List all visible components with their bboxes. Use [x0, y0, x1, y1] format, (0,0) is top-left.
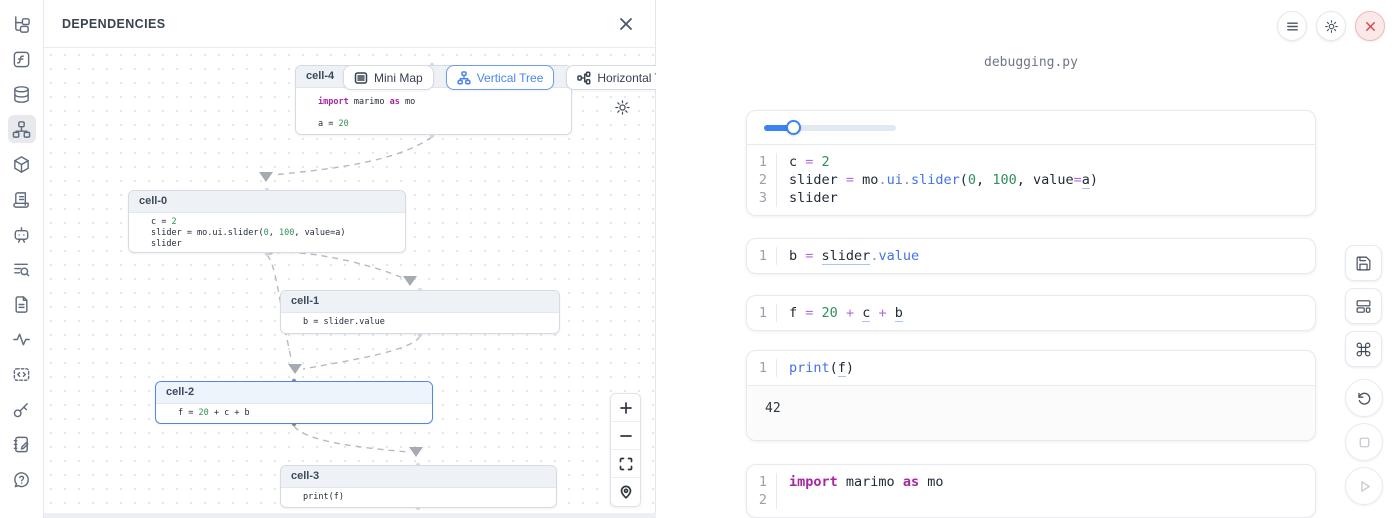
cell-list: 1c = 22slider = mo.ui.slider(0, 100, val…	[746, 110, 1316, 518]
notebook-top-buttons	[1277, 11, 1385, 41]
notebook-cell-0[interactable]: 1c = 22slider = mo.ui.slider(0, 100, val…	[746, 110, 1316, 216]
notebook-filename[interactable]: debugging.py	[746, 55, 1316, 70]
node-title: cell-1	[281, 291, 559, 313]
run-icon[interactable]	[1345, 467, 1383, 505]
notebook-cell-4[interactable]: 1import marimo as mo2	[746, 464, 1316, 518]
graph-node-cell-3[interactable]: cell-3 print(f)	[280, 465, 557, 508]
line-number: 1	[747, 473, 777, 491]
mini-map-icon	[354, 71, 368, 85]
code-editor[interactable]: 1b = slider.value	[747, 239, 1315, 273]
center-selection-icon[interactable]	[611, 478, 640, 506]
file-tree-icon[interactable]	[8, 10, 36, 38]
menu-icon[interactable]	[1277, 11, 1307, 41]
line-number: 3	[747, 189, 777, 207]
log-search-icon[interactable]	[8, 255, 36, 283]
shutdown-close-icon[interactable]	[1355, 11, 1385, 41]
dependency-graph-icon[interactable]	[8, 115, 36, 143]
command-shortcuts-icon[interactable]	[1345, 331, 1382, 367]
graph-zoom-controls	[610, 393, 641, 507]
slider-output	[747, 111, 1315, 145]
graph-node-cell-2[interactable]: cell-2 f = 20 + c + b	[155, 381, 433, 424]
snippets-icon[interactable]	[8, 360, 36, 388]
notebook-cell-2[interactable]: 1f = 20 + c + b	[746, 295, 1316, 331]
zoom-out-icon[interactable]	[611, 422, 640, 450]
line-number: 1	[747, 359, 777, 377]
notebook-action-buttons	[1345, 245, 1382, 367]
chat-bot-icon[interactable]	[8, 220, 36, 248]
line-number: 2	[747, 491, 777, 509]
code-editor[interactable]: 1print(f)	[747, 351, 1315, 385]
layout-icon[interactable]	[1345, 288, 1382, 324]
code-editor[interactable]: 1import marimo as mo2	[747, 465, 1315, 517]
node-title: cell-2	[156, 382, 432, 404]
zoom-in-icon[interactable]	[611, 394, 640, 422]
panel-title: DEPENDENCIES	[62, 17, 165, 31]
dependencies-panel: DEPENDENCIES	[44, 0, 656, 518]
node-code: f = 20 + c + b	[156, 404, 432, 423]
activity-sidebar	[0, 0, 44, 518]
horizontal-tree-icon	[577, 71, 591, 85]
app-window: DEPENDENCIES	[0, 0, 1400, 518]
gear-icon[interactable]	[1316, 11, 1346, 41]
code-editor[interactable]: 1f = 20 + c + b	[747, 296, 1315, 330]
vertical-tree-icon	[457, 71, 471, 85]
dependencies-header: DEPENDENCIES	[44, 0, 655, 48]
graph-node-cell-0[interactable]: cell-0 c = 2slider = mo.ui.slider(0, 100…	[128, 190, 406, 253]
mini-map-button[interactable]: Mini Map	[343, 65, 434, 90]
notebook-area: debugging.py 1c = 22slider = mo.ui.slide…	[656, 0, 1400, 518]
package-box-icon[interactable]	[8, 150, 36, 178]
stop-icon[interactable]	[1345, 423, 1383, 461]
node-title: cell-0	[129, 191, 405, 213]
node-title: cell-3	[281, 466, 556, 488]
vertical-tree-button[interactable]: Vertical Tree	[446, 65, 555, 90]
slider-thumb[interactable]	[786, 120, 801, 135]
node-code: b = slider.value	[281, 313, 559, 332]
document-icon[interactable]	[8, 290, 36, 318]
slider-widget[interactable]	[764, 125, 896, 131]
activity-icon[interactable]	[8, 325, 36, 353]
notebook-cell-3[interactable]: 1print(f) 42	[746, 350, 1316, 441]
run-control-buttons	[1345, 379, 1383, 508]
dependency-graph-canvas[interactable]: cell-4 import marimo as mo a = 20 cell-0…	[44, 48, 655, 512]
database-icon[interactable]	[8, 80, 36, 108]
line-number: 2	[747, 171, 777, 189]
undo-icon[interactable]	[1345, 379, 1383, 417]
function-square-icon[interactable]	[8, 45, 36, 73]
horizontal-scrollbar[interactable]	[44, 513, 656, 518]
key-icon[interactable]	[8, 395, 36, 423]
save-icon[interactable]	[1345, 245, 1382, 281]
help-icon[interactable]	[8, 465, 36, 493]
line-number: 1	[747, 247, 777, 265]
node-code: import marimo as mo a = 20	[296, 88, 571, 134]
line-number: 1	[747, 304, 777, 322]
cell-output: 42	[747, 385, 1315, 440]
code-editor[interactable]: 1c = 22slider = mo.ui.slider(0, 100, val…	[747, 145, 1315, 215]
scratchpad-icon[interactable]	[8, 430, 36, 458]
node-code: print(f)	[281, 488, 556, 507]
graph-node-cell-1[interactable]: cell-1 b = slider.value	[280, 290, 560, 334]
fit-view-icon[interactable]	[611, 450, 640, 478]
graph-settings-gear-icon[interactable]	[612, 99, 632, 119]
notebook-cell-1[interactable]: 1b = slider.value	[746, 238, 1316, 274]
close-icon[interactable]	[615, 13, 637, 35]
graph-view-toolbar: Mini Map Vertical Tree Horizontal Tree	[343, 65, 690, 90]
node-code: c = 2slider = mo.ui.slider(0, 100, value…	[129, 213, 405, 254]
scroll-icon[interactable]	[8, 185, 36, 213]
line-number: 1	[747, 153, 777, 171]
